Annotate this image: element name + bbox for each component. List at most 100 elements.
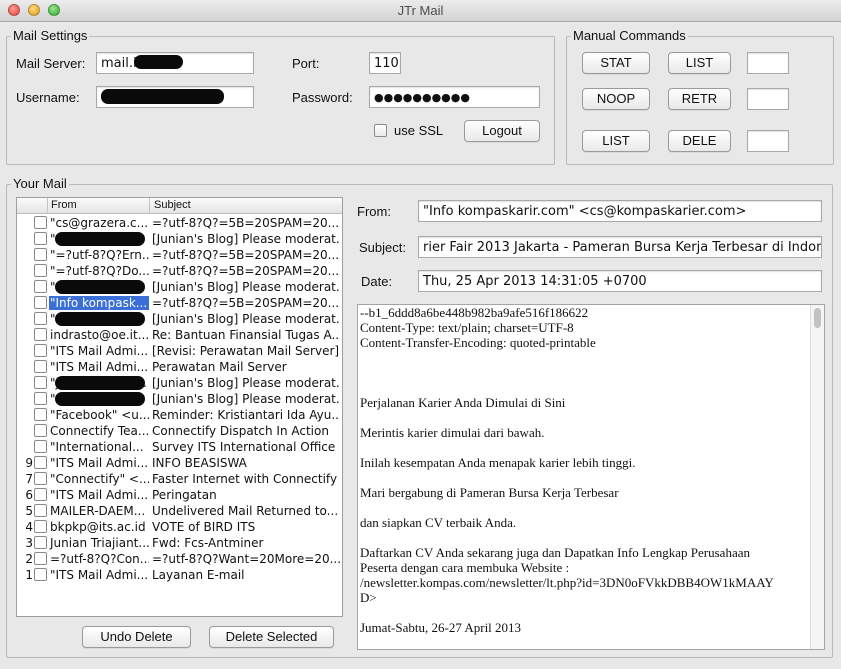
table-row[interactable]: 1 "ITS Mail Admi... Layanan E-mail [17, 567, 342, 583]
row-from[interactable]: "=?utf-8?Q?Do... [49, 264, 149, 278]
row-from[interactable]: "International... [49, 440, 149, 454]
row-from[interactable]: "Info kompask... [49, 296, 149, 310]
row-subject[interactable]: [Junian's Blog] Please moderat... [152, 376, 340, 390]
row-delete-checkbox[interactable] [34, 264, 47, 277]
list-argument-field[interactable] [747, 52, 789, 74]
column-header-from[interactable]: From [51, 199, 77, 211]
message-body-area[interactable]: --b1_6ddd8a6be448b982ba9afe516f186622 Co… [357, 304, 825, 650]
row-subject[interactable]: [Revisi: Perawatan Mail Server] [152, 344, 340, 358]
delete-selected-button[interactable]: Delete Selected [209, 626, 334, 648]
row-delete-checkbox[interactable] [34, 296, 47, 309]
row-from[interactable]: "ITS Mail Admi... [49, 344, 149, 358]
row-subject[interactable]: [Junian's Blog] Please moderat... [152, 280, 340, 294]
column-header-subject[interactable]: Subject [154, 199, 191, 211]
row-subject[interactable]: =?utf-8?Q?Want=20More=20... [152, 552, 340, 566]
table-row[interactable]: " [Junian's Blog] Please moderat... [17, 391, 342, 407]
table-row[interactable]: " [Junian's Blog] Please moderat... [17, 279, 342, 295]
row-subject[interactable]: [Junian's Blog] Please moderat... [152, 312, 340, 326]
row-from[interactable]: "ITS Mail Admi... [49, 488, 149, 502]
table-row[interactable]: 9 "ITS Mail Admi... INFO BEASISWA [17, 455, 342, 471]
list-detail-button[interactable]: LIST [582, 130, 650, 152]
row-delete-checkbox[interactable] [34, 440, 47, 453]
row-delete-checkbox[interactable] [34, 232, 47, 245]
table-row[interactable]: indrasto@oe.it... Re: Bantuan Finansial T… [17, 327, 342, 343]
row-delete-checkbox[interactable] [34, 456, 47, 469]
table-row[interactable]: 4 bkpkp@its.ac.id VOTE of BIRD ITS [17, 519, 342, 535]
row-from[interactable]: indrasto@oe.it... [49, 328, 149, 342]
row-subject[interactable]: Perawatan Mail Server [152, 360, 340, 374]
table-row[interactable]: " [Junian's Blog] Please moderat... [17, 231, 342, 247]
table-row[interactable]: Connectify Tea... Connectify Dispatch In … [17, 423, 342, 439]
retr-button[interactable]: RETR [668, 88, 731, 110]
row-from[interactable]: "cs@grazera.c... [49, 216, 149, 230]
logout-button[interactable]: Logout [464, 120, 540, 142]
row-subject[interactable]: [Junian's Blog] Please moderat... [152, 392, 340, 406]
row-delete-checkbox[interactable] [34, 552, 47, 565]
row-subject[interactable]: Survey ITS International Office [152, 440, 340, 454]
mail-list-table[interactable]: From Subject "cs@grazera.c... =?utf-8?Q?=… [16, 197, 343, 617]
row-from[interactable]: "=?utf-8?Q?Ern... [49, 248, 149, 262]
row-delete-checkbox[interactable] [34, 424, 47, 437]
row-subject[interactable]: Reminder: Kristiantari Ida Ayu... [152, 408, 340, 422]
row-from[interactable]: Junian Triajiant... [49, 536, 149, 550]
row-delete-checkbox[interactable] [34, 280, 47, 293]
row-delete-checkbox[interactable] [34, 376, 47, 389]
row-from[interactable]: "Facebook" <u... [49, 408, 149, 422]
table-row[interactable]: "junian@cs.its...[Junian's Blog] Please … [17, 375, 342, 391]
row-subject[interactable]: Re: Bantuan Finansial Tugas A... [152, 328, 340, 342]
table-row[interactable]: 6 "ITS Mail Admi... Peringatan [17, 487, 342, 503]
row-from[interactable]: bkpkp@its.ac.id [49, 520, 149, 534]
row-subject[interactable]: =?utf-8?Q?=5B=20SPAM=20... [152, 216, 340, 230]
table-row[interactable]: 2 =?utf-8?Q?Con... =?utf-8?Q?Want=20More=2… [17, 551, 342, 567]
subject-field[interactable]: rier Fair 2013 Jakarta - Pameran Bursa K… [418, 236, 822, 258]
from-field[interactable]: "Info kompaskarir.com" <cs@kompaskarier.… [418, 200, 822, 222]
row-from[interactable]: "ITS Mail Admi... [49, 360, 149, 374]
row-from[interactable]: =?utf-8?Q?Con... [49, 552, 149, 566]
table-row[interactable]: 7 "Connectify" <... Faster Internet with C… [17, 471, 342, 487]
table-row[interactable]: "=?utf-8?Q?Ern... =?utf-8?Q?=5B=20SPAM=20… [17, 247, 342, 263]
row-delete-checkbox[interactable] [34, 536, 47, 549]
row-subject[interactable]: [Junian's Blog] Please moderat... [152, 232, 340, 246]
row-delete-checkbox[interactable] [34, 344, 47, 357]
row-delete-checkbox[interactable] [34, 312, 47, 325]
row-delete-checkbox[interactable] [34, 328, 47, 341]
row-subject[interactable]: Layanan E-mail [152, 568, 340, 582]
row-delete-checkbox[interactable] [34, 488, 47, 501]
scrollbar-thumb[interactable] [814, 308, 821, 328]
row-subject[interactable]: =?utf-8?Q?=5B=20SPAM=20... [152, 248, 340, 262]
row-from[interactable]: Connectify Tea... [49, 424, 149, 438]
row-subject[interactable]: =?utf-8?Q?=5B=20SPAM=20... [152, 264, 340, 278]
table-row[interactable]: "ITS Mail Admi... Perawatan Mail Server [17, 359, 342, 375]
table-row[interactable]: " [Junian's Blog] Please moderat... [17, 311, 342, 327]
row-subject[interactable]: Connectify Dispatch In Action [152, 424, 340, 438]
table-row[interactable]: "Info kompask... =?utf-8?Q?=5B=20SPAM=20.… [17, 295, 342, 311]
retr-argument-field[interactable] [747, 88, 789, 110]
date-field[interactable]: Thu, 25 Apr 2013 14:31:05 +0700 [418, 270, 822, 292]
port-field[interactable]: 110 [369, 52, 401, 74]
row-subject[interactable]: Undelivered Mail Returned to... [152, 504, 340, 518]
dele-argument-field[interactable] [747, 130, 789, 152]
use-ssl-checkbox[interactable] [374, 124, 387, 137]
password-field[interactable]: ●●●●●●●●●● [369, 86, 540, 108]
row-delete-checkbox[interactable] [34, 392, 47, 405]
stat-button[interactable]: STAT [582, 52, 650, 74]
dele-button[interactable]: DELE [668, 130, 731, 152]
message-body-text[interactable]: --b1_6ddd8a6be448b982ba9afe516f186622 Co… [360, 305, 810, 635]
row-delete-checkbox[interactable] [34, 520, 47, 533]
undo-delete-button[interactable]: Undo Delete [82, 626, 191, 648]
row-delete-checkbox[interactable] [34, 216, 47, 229]
row-subject[interactable]: Peringatan [152, 488, 340, 502]
row-from[interactable]: "ITS Mail Admi... [49, 456, 149, 470]
row-delete-checkbox[interactable] [34, 504, 47, 517]
row-subject[interactable]: Faster Internet with Connectify [152, 472, 340, 486]
row-from[interactable]: "ITS Mail Admi... [49, 568, 149, 582]
table-row[interactable]: "Facebook" <u... Reminder: Kristiantari I… [17, 407, 342, 423]
table-row[interactable]: "ITS Mail Admi... [Revisi: Perawatan Mail… [17, 343, 342, 359]
message-body-scrollbar[interactable] [810, 305, 824, 649]
row-from[interactable]: "Connectify" <... [49, 472, 149, 486]
row-delete-checkbox[interactable] [34, 568, 47, 581]
row-subject[interactable]: Fwd: Fcs-Antminer [152, 536, 340, 550]
table-row[interactable]: 3 Junian Triajiant... Fwd: Fcs-Antminer [17, 535, 342, 551]
table-row[interactable]: "cs@grazera.c... =?utf-8?Q?=5B=20SPAM=20.… [17, 215, 342, 231]
row-subject[interactable]: VOTE of BIRD ITS [152, 520, 340, 534]
